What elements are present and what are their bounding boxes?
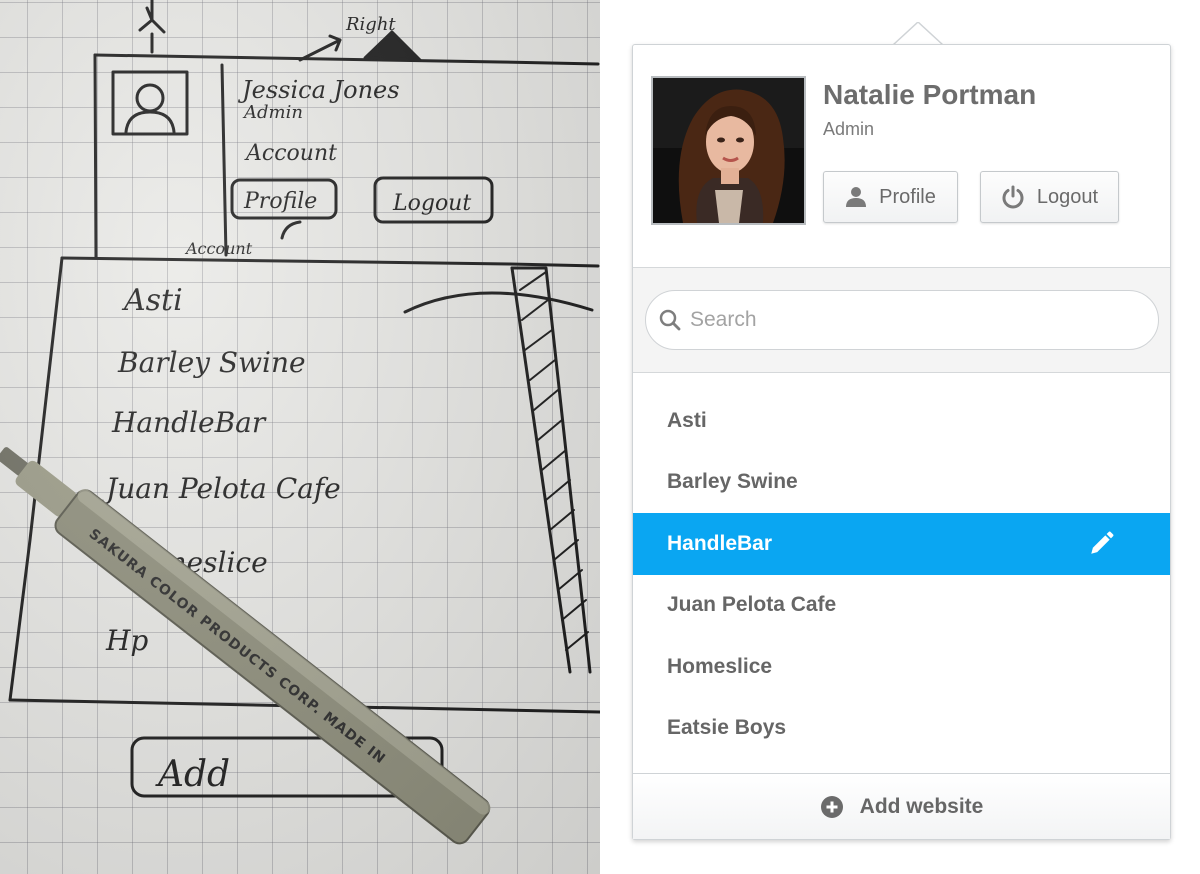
- logout-button-label: Logout: [1036, 185, 1099, 208]
- add-website-button[interactable]: Add website: [633, 773, 1170, 839]
- website-item-label: Eatsie Boys: [667, 716, 787, 740]
- account-popover: Natalie Portman Admin Profile Logout Sea…: [632, 44, 1171, 840]
- sketch-logout-label: Logout: [392, 191, 471, 216]
- profile-button-label: Profile: [879, 185, 936, 208]
- website-item-asti[interactable]: Asti: [633, 390, 1170, 452]
- profile-button[interactable]: Profile: [823, 171, 958, 223]
- sketch-right-label: Right: [345, 14, 396, 35]
- website-item-juan-pelota-cafe[interactable]: Juan Pelota Cafe: [633, 575, 1170, 637]
- paper-sketch-photo: Jessica Jones Admin Account Right Profil…: [0, 0, 600, 874]
- website-item-label: Barley Swine: [667, 470, 798, 494]
- logout-button[interactable]: Logout: [980, 171, 1119, 223]
- search-input[interactable]: [688, 307, 1132, 333]
- sketch-add-label: Add: [155, 754, 230, 795]
- website-list: Asti Barley Swine HandleBar Juan Pelota …: [633, 390, 1170, 759]
- website-item-label: Homeslice: [667, 654, 773, 678]
- user-role: Admin: [823, 119, 875, 139]
- pencil-icon[interactable]: [1088, 531, 1114, 557]
- add-website-label: Add website: [859, 794, 984, 818]
- sketch-role: Admin: [242, 102, 303, 123]
- sketch-item: HandleBar: [111, 406, 267, 439]
- sketch-profile-label: Profile: [243, 189, 317, 214]
- sketch-account: Account: [244, 141, 337, 166]
- sketch-item: Hp: [105, 624, 148, 657]
- sketch-item: Barley Swine: [117, 346, 306, 379]
- website-item-label: Juan Pelota Cafe: [667, 593, 837, 617]
- user-name: Natalie Portman: [823, 79, 1037, 110]
- sketch-account-arrow-label: Account: [184, 239, 253, 258]
- person-icon: [846, 187, 867, 207]
- sketch-item: Asti: [121, 283, 183, 318]
- website-item-label: Asti: [667, 408, 707, 432]
- website-item-barley-swine[interactable]: Barley Swine: [633, 452, 1170, 514]
- account-header: Natalie Portman Admin Profile Logout: [633, 45, 1170, 267]
- website-item-handlebar[interactable]: HandleBar: [633, 513, 1170, 575]
- search-field[interactable]: [645, 290, 1159, 350]
- sketch-name: Jessica Jones: [237, 76, 400, 104]
- avatar-photo: [653, 78, 804, 223]
- website-item-homeslice[interactable]: Homeslice: [633, 636, 1170, 698]
- website-item-eatsie-boys[interactable]: Eatsie Boys: [633, 698, 1170, 760]
- search-area: [633, 267, 1170, 373]
- plus-circle-icon: [820, 795, 843, 818]
- website-item-label: HandleBar: [667, 531, 773, 555]
- search-icon: [659, 309, 681, 331]
- avatar: [651, 76, 806, 225]
- sketch-drawing: Jessica Jones Admin Account Right Profil…: [0, 0, 600, 845]
- power-icon: [1002, 185, 1024, 209]
- sketch-item: Juan Pelota Cafe: [101, 472, 341, 505]
